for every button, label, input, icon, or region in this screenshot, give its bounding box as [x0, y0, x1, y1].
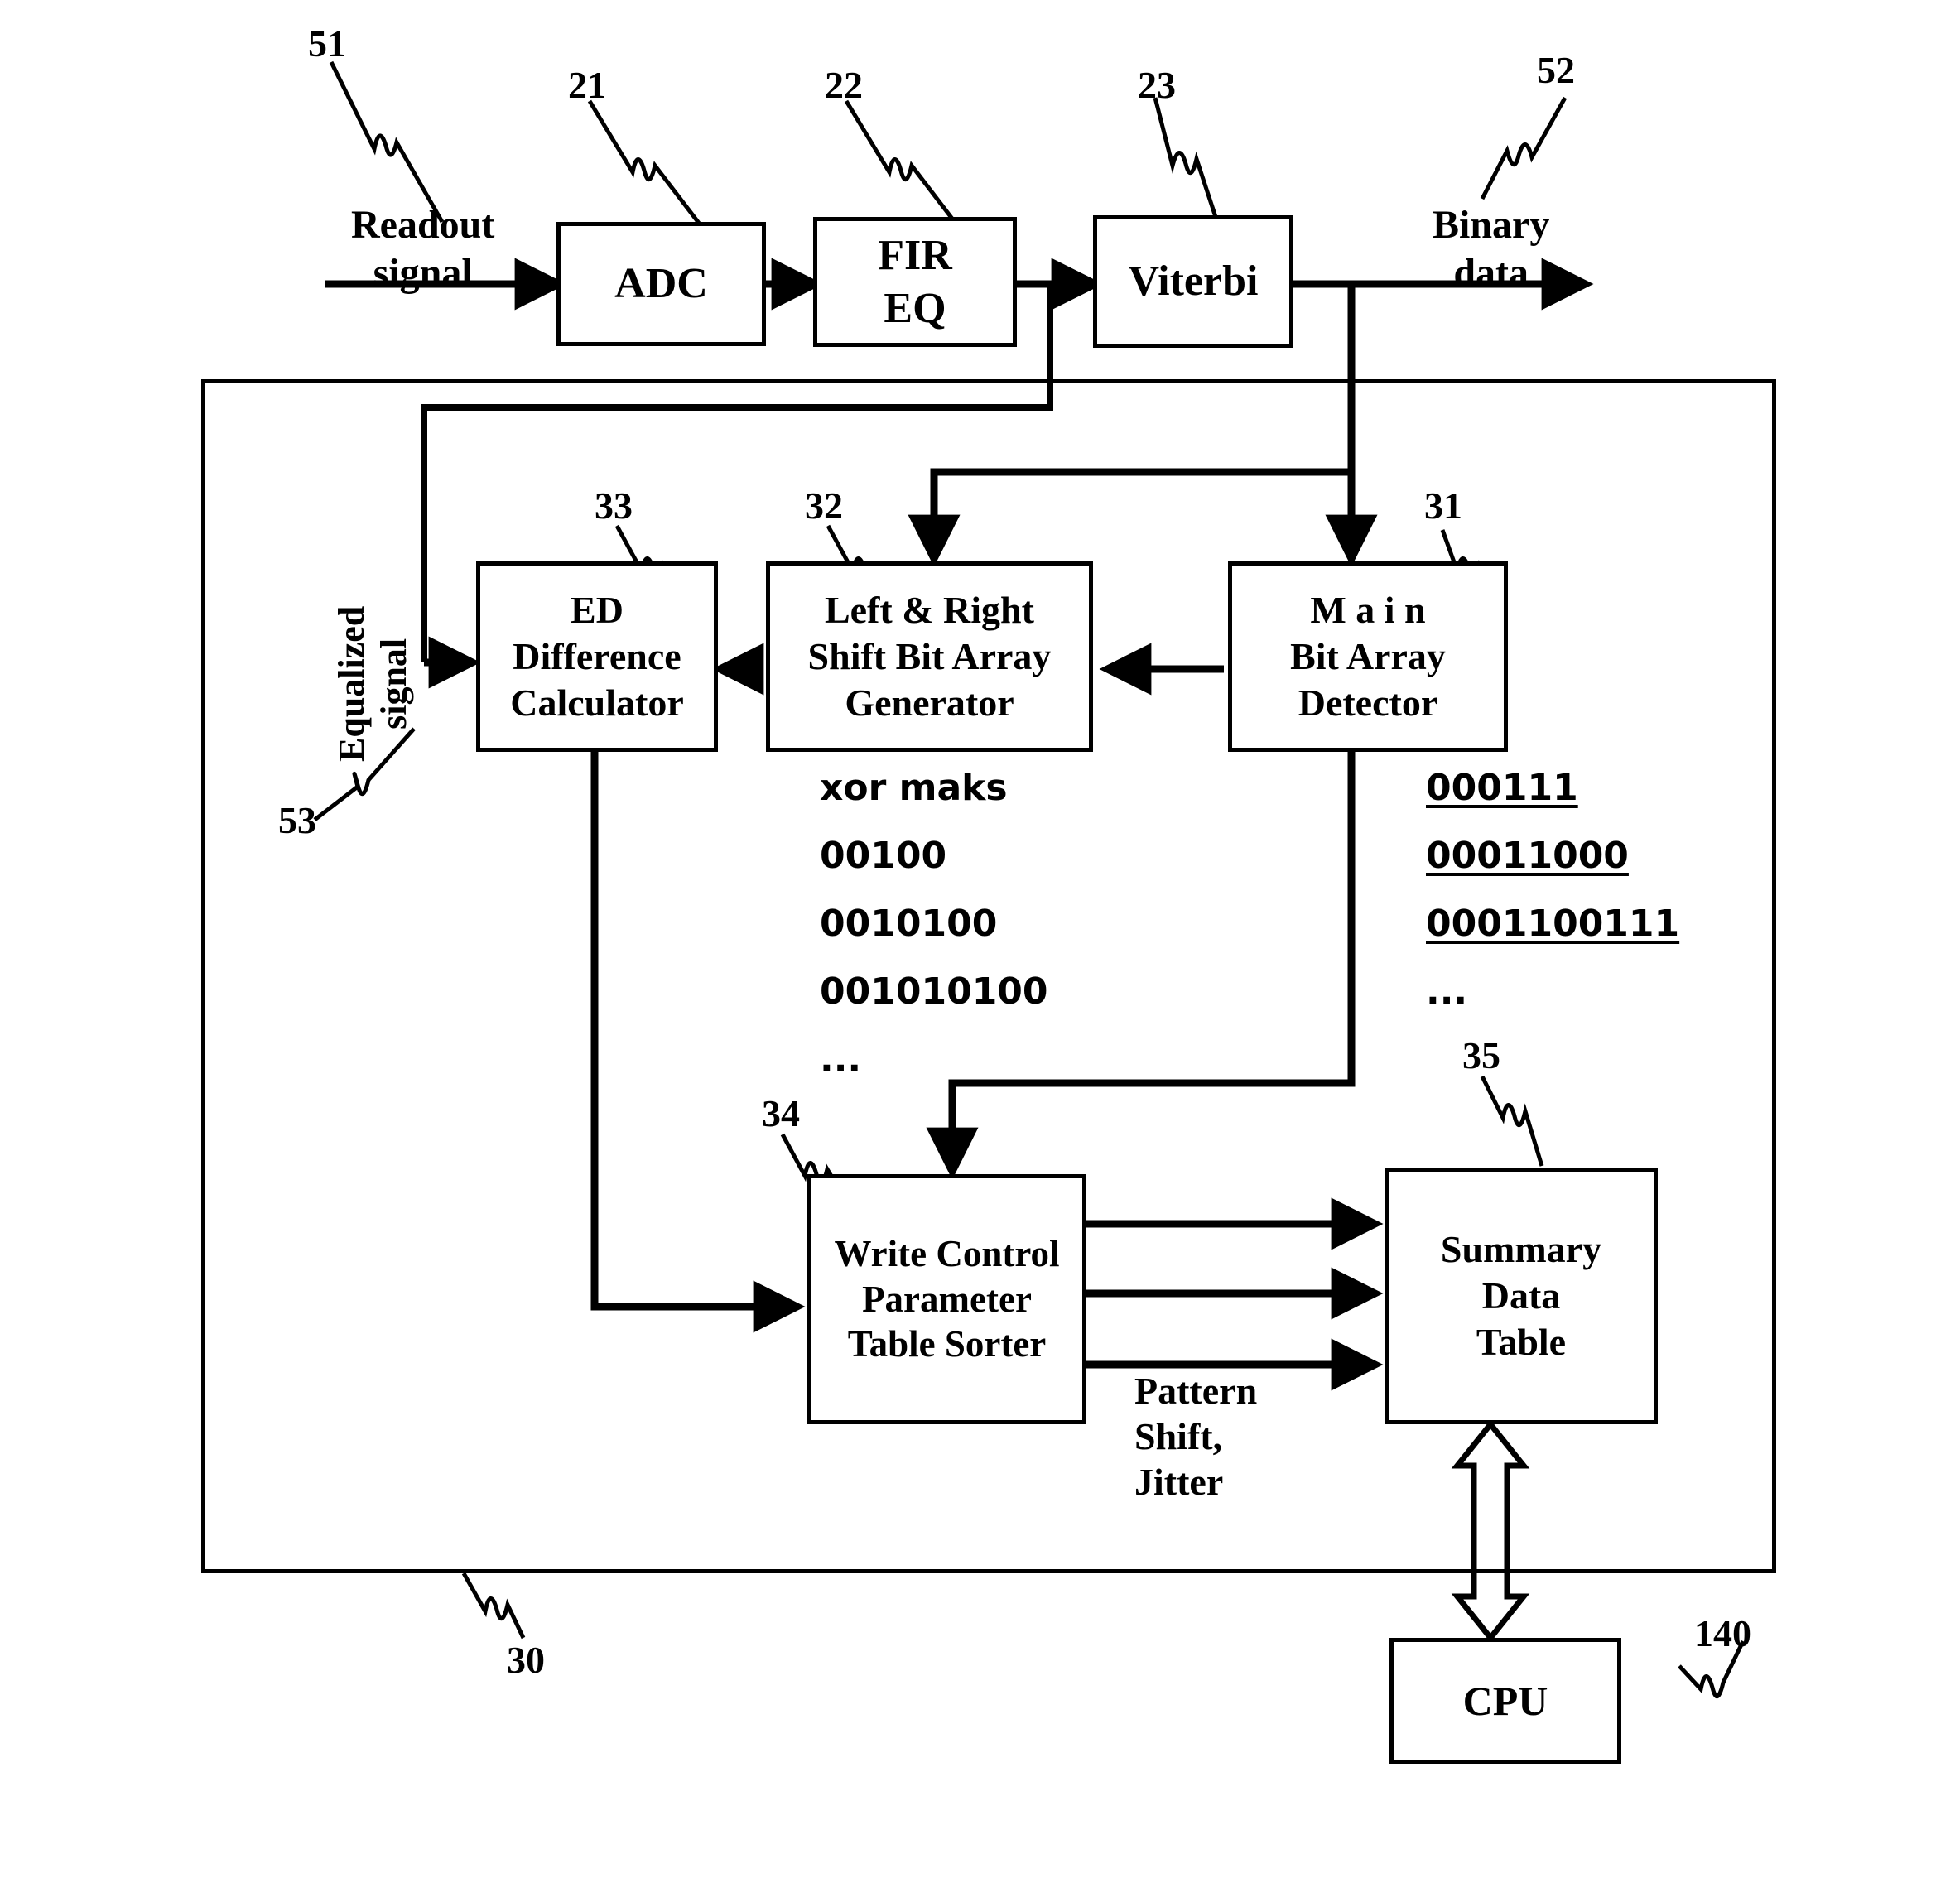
- reference-numeral-51: 51: [308, 22, 346, 65]
- main-bit-array-ellipsis: ...: [1426, 970, 1468, 1013]
- block-summary-data-table[interactable]: Summary Data Table: [1385, 1168, 1658, 1424]
- block-write-control-parameter-table-sorter-label: Write Control Parameter Table Sorter: [834, 1232, 1060, 1365]
- patent-figure-canvas: ADC FIR EQ Viterbi ED Difference Calcula…: [0, 0, 1960, 1902]
- xor-mask-ellipsis: ...: [820, 1038, 862, 1081]
- block-summary-data-table-label: Summary Data Table: [1440, 1227, 1602, 1364]
- reference-numeral-21: 21: [568, 64, 606, 106]
- block-ed-difference-calculator-label: ED Difference Calculator: [510, 588, 684, 725]
- reference-numeral-34: 34: [762, 1092, 800, 1134]
- block-main-bit-array-detector[interactable]: M a i n Bit Array Detector: [1228, 561, 1508, 752]
- block-adc[interactable]: ADC: [556, 222, 766, 346]
- xor-mask-item: 0010100: [820, 903, 998, 945]
- label-equalized-signal: Equalized signal: [331, 605, 414, 762]
- main-bit-array-item: 000111: [1426, 767, 1578, 809]
- xor-mask-list: xor maks 00100 0010100 001010100 ...: [820, 770, 1048, 1110]
- block-adc-label: ADC: [614, 260, 708, 308]
- label-pattern-shift-jitter: Pattern Shift, Jitter: [1134, 1370, 1258, 1504]
- reference-numeral-52: 52: [1537, 49, 1575, 91]
- reference-numeral-33: 33: [595, 484, 633, 527]
- block-left-right-shift-bit-array-generator-label: Left & Right Shift Bit Array Generator: [807, 588, 1052, 725]
- label-readout-signal: Readout signal: [351, 203, 495, 295]
- block-fir-eq[interactable]: FIR EQ: [813, 217, 1017, 347]
- main-bit-array-item: 00011000: [1426, 835, 1629, 877]
- block-viterbi[interactable]: Viterbi: [1093, 215, 1293, 348]
- block-ed-difference-calculator[interactable]: ED Difference Calculator: [476, 561, 718, 752]
- reference-numeral-31: 31: [1424, 484, 1462, 527]
- label-binary-data: Binary data: [1433, 203, 1550, 295]
- xor-mask-item: 001010100: [820, 970, 1048, 1013]
- block-left-right-shift-bit-array-generator[interactable]: Left & Right Shift Bit Array Generator: [766, 561, 1093, 752]
- main-bit-array-list: 000111 00011000 0001100111 ...: [1426, 770, 1679, 1042]
- reference-numeral-32: 32: [805, 484, 843, 527]
- block-write-control-parameter-table-sorter[interactable]: Write Control Parameter Table Sorter: [807, 1174, 1086, 1424]
- reference-numeral-30: 30: [507, 1639, 545, 1681]
- reference-numeral-22: 22: [825, 64, 863, 106]
- block-cpu[interactable]: CPU: [1389, 1638, 1621, 1764]
- block-viterbi-label: Viterbi: [1128, 258, 1259, 306]
- reference-numeral-140: 140: [1694, 1612, 1751, 1654]
- xor-mask-item: 00100: [820, 835, 947, 877]
- reference-numeral-23: 23: [1138, 64, 1176, 106]
- block-cpu-label: CPU: [1462, 1677, 1548, 1724]
- block-fir-eq-label: FIR EQ: [878, 232, 952, 332]
- main-bit-array-item: 0001100111: [1426, 903, 1680, 945]
- xor-mask-heading: xor maks: [820, 767, 1008, 809]
- reference-numeral-53: 53: [278, 799, 316, 841]
- block-main-bit-array-detector-label: M a i n Bit Array Detector: [1290, 588, 1446, 725]
- reference-numeral-35: 35: [1462, 1034, 1500, 1076]
